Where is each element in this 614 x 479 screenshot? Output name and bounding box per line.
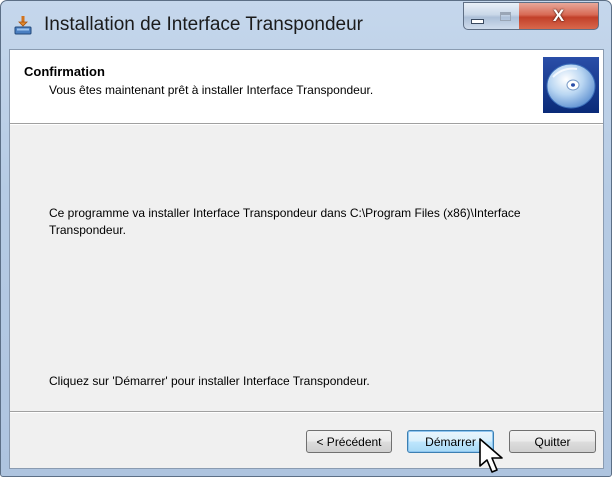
minimize-button[interactable] — [463, 2, 492, 30]
previous-button[interactable]: < Précédent — [306, 430, 392, 453]
close-button[interactable]: X — [519, 2, 599, 30]
title-bar[interactable]: Installation de Interface Transpondeur X — [1, 1, 611, 41]
minimize-icon — [471, 18, 484, 24]
installer-app-icon — [13, 15, 33, 35]
footer-separator — [10, 411, 603, 413]
quit-button[interactable]: Quitter — [509, 430, 596, 453]
banner-subtitle: Vous êtes maintenant prêt à installer In… — [49, 83, 374, 97]
header-banner: Confirmation Vous êtes maintenant prêt à… — [10, 50, 603, 123]
maximize-button[interactable] — [491, 2, 520, 30]
cd-disc-icon — [543, 57, 599, 113]
close-icon: X — [552, 6, 565, 25]
click-instruction-text: Cliquez sur 'Démarrer' pour installer In… — [49, 374, 370, 388]
mouse-pointer-icon — [475, 436, 515, 476]
install-location-text: Ce programme va installer Interface Tran… — [49, 206, 521, 237]
maximize-icon — [499, 11, 511, 21]
dialog-client-area: Confirmation Vous êtes maintenant prêt à… — [9, 49, 604, 469]
banner-title: Confirmation — [24, 64, 105, 79]
header-separator — [10, 123, 603, 125]
installer-window: Installation de Interface Transpondeur X… — [0, 0, 612, 477]
window-title: Installation de Interface Transpondeur — [44, 14, 363, 35]
